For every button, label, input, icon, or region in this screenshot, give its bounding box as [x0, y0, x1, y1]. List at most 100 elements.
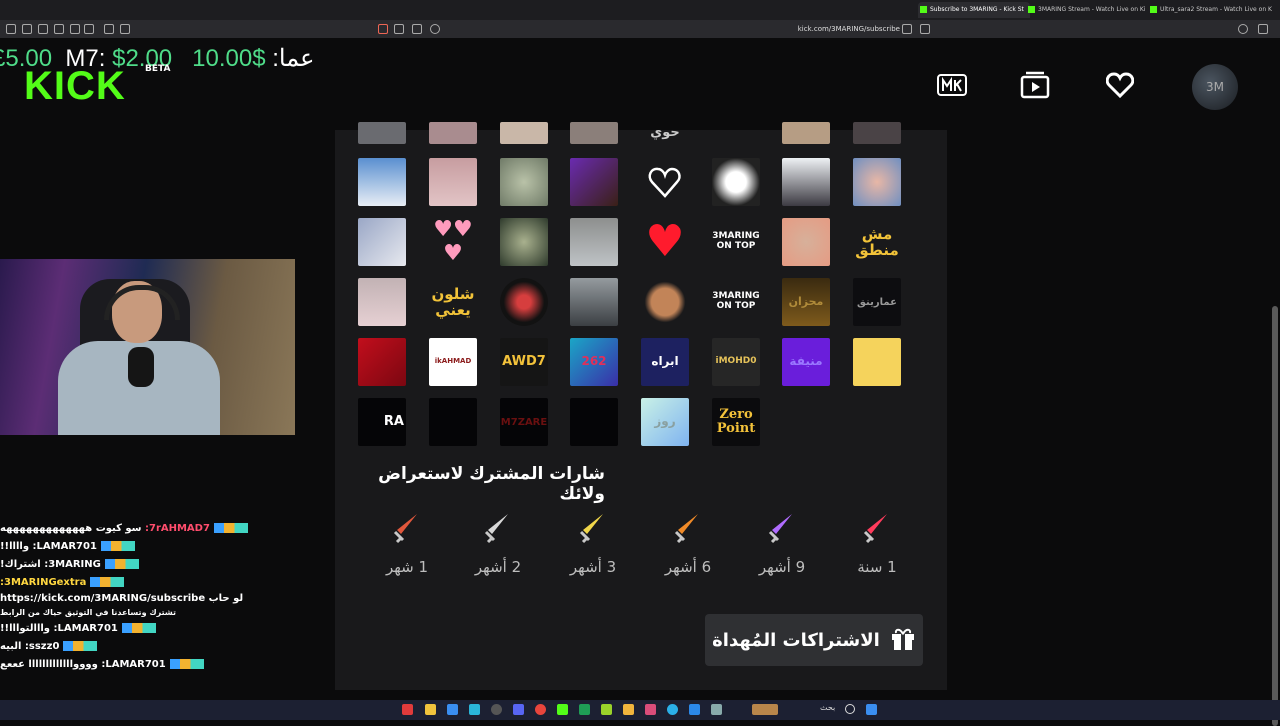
zero-point-emote[interactable]: Zero Point [712, 398, 760, 446]
emote[interactable] [429, 398, 477, 446]
share-icon[interactable] [902, 24, 912, 34]
mhzan-emote[interactable]: محزان [782, 278, 830, 326]
munifa-emote[interactable]: منيفة [782, 338, 830, 386]
start-icon[interactable] [866, 704, 877, 715]
ikahmad-emote[interactable]: ikAHMAD [429, 338, 477, 386]
ontop-emote[interactable]: 3MARING ON TOP [712, 278, 760, 326]
history-icon[interactable] [1238, 24, 1248, 34]
app4-icon[interactable] [711, 704, 722, 715]
emote[interactable] [500, 158, 548, 206]
emote[interactable] [429, 158, 477, 206]
taskbar-search-label[interactable]: بحث [820, 703, 835, 712]
tab-subscribe[interactable]: Subscribe to 3MARING - Kick St [918, 2, 1030, 18]
imohd-emote[interactable]: iMOHD0 [712, 338, 760, 386]
chat-username: LAMAR701: [101, 659, 166, 670]
browse-icon[interactable] [1018, 68, 1052, 102]
obs-icon[interactable] [491, 704, 502, 715]
sidebar-icon[interactable] [70, 24, 80, 34]
kick-icon[interactable] [557, 704, 568, 715]
window-icon[interactable] [1258, 24, 1268, 34]
discord-icon[interactable] [513, 704, 524, 715]
edge-icon[interactable] [667, 704, 678, 715]
emote[interactable] [500, 122, 548, 144]
emote[interactable] [570, 398, 618, 446]
chat-username: 7rAHMAD7: [144, 523, 210, 534]
emote[interactable] [853, 158, 901, 206]
heart-outline-emote[interactable] [641, 158, 689, 206]
tab-3maring-stream[interactable]: 3MARING Stream - Watch Live on Ki [1026, 2, 1148, 18]
emote[interactable] [358, 218, 406, 266]
chat-text: اشتراك! [0, 559, 41, 570]
n262-emote[interactable]: 262 [570, 338, 618, 386]
screenshot-icon[interactable] [104, 24, 114, 34]
brave-icon[interactable] [402, 704, 413, 715]
badge-label: 1 شهر [385, 558, 429, 576]
emote[interactable] [782, 218, 830, 266]
store-icon[interactable] [447, 704, 458, 715]
emote[interactable] [500, 278, 548, 326]
extension-icon[interactable] [22, 24, 32, 34]
page-scrollbar[interactable] [1272, 306, 1278, 726]
tab-label: Ultra_sara2 Stream - Watch Live on K [1160, 6, 1272, 13]
ontop-emote[interactable]: 3MARING ON TOP [712, 218, 760, 266]
search-icon[interactable] [430, 24, 440, 34]
heart-icon[interactable] [394, 24, 404, 34]
chat-icon[interactable] [120, 24, 130, 34]
emote[interactable] [358, 122, 406, 144]
kick-logo[interactable]: KICK [24, 64, 126, 109]
emote[interactable] [853, 122, 901, 144]
search-icon[interactable] [845, 704, 855, 714]
emote[interactable] [712, 158, 760, 206]
chat-badges-icon [121, 623, 156, 633]
bookmark-icon[interactable] [920, 24, 930, 34]
download-icon[interactable] [84, 24, 94, 34]
shield-icon[interactable] [378, 24, 388, 34]
chrome-icon[interactable] [535, 704, 546, 715]
emote[interactable] [570, 122, 618, 144]
user-avatar[interactable]: 3M [1192, 64, 1238, 110]
emote[interactable] [570, 218, 618, 266]
emote[interactable] [358, 278, 406, 326]
sword-icon [385, 508, 429, 552]
gifted-subs-button[interactable]: الاشتراكات المُهداة [705, 614, 923, 666]
files-icon[interactable] [425, 704, 436, 715]
awd7-emote[interactable]: AWD7 [500, 338, 548, 386]
tab-icon[interactable] [54, 24, 64, 34]
app3-icon[interactable] [689, 704, 700, 715]
ra-emote[interactable]: RA [358, 398, 406, 446]
emote[interactable] [641, 278, 689, 326]
red-heart-emote[interactable]: ♥ [641, 218, 689, 266]
emote[interactable] [782, 158, 830, 206]
m7zare-emote[interactable]: M7ZARE [500, 398, 548, 446]
webcam-overlay [0, 259, 295, 435]
url-field[interactable]: kick.com/3MARING/subscribe [700, 23, 900, 35]
refresh-icon[interactable] [38, 24, 48, 34]
app-icon[interactable] [469, 704, 480, 715]
xbox-icon[interactable] [579, 704, 590, 715]
emote[interactable] [358, 338, 406, 386]
emote[interactable]: حوي [641, 122, 689, 144]
emote[interactable] [429, 122, 477, 144]
emote[interactable] [782, 122, 830, 144]
amarinq-emote[interactable]: عمارينق [853, 278, 901, 326]
emote[interactable] [570, 158, 618, 206]
tab-ultra-sara[interactable]: Ultra_sara2 Stream - Watch Live on K [1148, 2, 1280, 18]
hearts-emote[interactable]: ♥♥ ♥ [429, 218, 477, 266]
browser-tab-strip: Subscribe to 3MARING - Kick St 3MARING S… [0, 0, 1280, 20]
mosh-mantiq-emote[interactable]: مش منطق [853, 218, 901, 266]
shlon-emote[interactable]: شلون يعني [429, 278, 477, 326]
menu-icon[interactable] [6, 24, 16, 34]
emote[interactable] [500, 218, 548, 266]
emote[interactable] [853, 338, 901, 386]
mk-icon[interactable] [935, 68, 969, 102]
widget-icon[interactable] [752, 704, 778, 715]
app2-icon[interactable] [645, 704, 656, 715]
emote[interactable] [570, 278, 618, 326]
emote[interactable] [358, 158, 406, 206]
folder-icon[interactable] [623, 704, 634, 715]
edit-icon[interactable] [412, 24, 422, 34]
play-icon[interactable] [601, 704, 612, 715]
ibrah-emote[interactable]: ابراه [641, 338, 689, 386]
following-heart-icon[interactable] [1103, 68, 1137, 102]
rooz-emote[interactable]: روز [641, 398, 689, 446]
